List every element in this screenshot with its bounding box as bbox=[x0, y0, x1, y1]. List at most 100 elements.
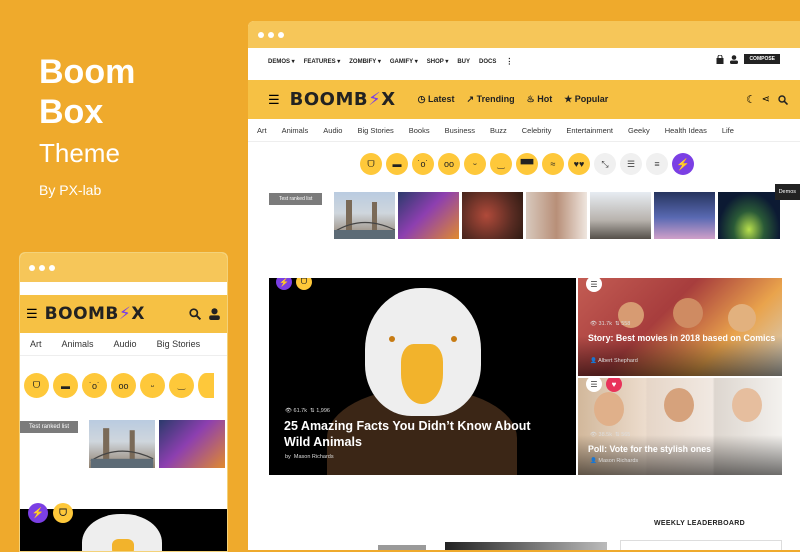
mobile-feature-card[interactable] bbox=[20, 509, 227, 551]
side-card-poll[interactable]: ☰ ♥ 👁 38.5k ⇅ 565 Poll: Vote for the sty… bbox=[578, 378, 782, 475]
thumbnail-friends[interactable] bbox=[590, 192, 651, 239]
mobile-preview-window: ☰ BOOMB⚡X Art Animals Audio Big Stories … bbox=[19, 252, 228, 552]
wow-reaction-icon[interactable]: ˙o˙ bbox=[412, 153, 434, 175]
category-health-ideas[interactable]: Health Ideas bbox=[665, 126, 707, 135]
hot-bolt-icon: ⚡ bbox=[28, 503, 48, 523]
desktop-preview-window: DEMOS ▾ FEATURES ▾ ZOMBIFY ▾ GAMIFY ▾ SH… bbox=[248, 21, 800, 550]
category-life[interactable]: Life bbox=[722, 126, 734, 135]
category-audio[interactable]: Audio bbox=[114, 339, 137, 349]
category-geeky[interactable]: Geeky bbox=[628, 126, 650, 135]
leaderboard-box bbox=[620, 540, 782, 550]
hero-byline: By PX-lab bbox=[39, 182, 102, 198]
category-buzz[interactable]: Buzz bbox=[490, 126, 507, 135]
category-audio[interactable]: Audio bbox=[323, 126, 342, 135]
thumbnail-woman[interactable] bbox=[398, 192, 459, 239]
side1-author[interactable]: 👤 Albert Shephard bbox=[590, 358, 638, 364]
nav-shop[interactable]: SHOP ▾ bbox=[427, 58, 449, 65]
compose-button[interactable]: COMPOSE bbox=[744, 54, 780, 64]
geeky-reaction-icon[interactable]: oo bbox=[111, 373, 136, 398]
list-icon[interactable]: ≡ bbox=[646, 153, 668, 175]
hero-title-line2: Box bbox=[39, 93, 104, 131]
category-big-stories[interactable]: Big Stories bbox=[157, 339, 201, 349]
feature-title[interactable]: 25 Amazing Facts You Didn’t Know About W… bbox=[284, 418, 554, 450]
main-header-bar: ☰ BOOMB⚡X ◷ Latest ↗ Trending ♨ Hot ★ Po… bbox=[248, 80, 800, 119]
nav-demos[interactable]: DEMOS ▾ bbox=[268, 58, 295, 65]
thumbnail-woman[interactable] bbox=[159, 420, 225, 468]
nav-latest[interactable]: ◷ Latest bbox=[418, 94, 455, 105]
category-animals[interactable]: Animals bbox=[62, 339, 94, 349]
category-animals[interactable]: Animals bbox=[282, 126, 309, 135]
demos-tab[interactable]: Demos bbox=[774, 184, 800, 200]
thumbnail-night-sky[interactable] bbox=[718, 192, 780, 239]
side2-title[interactable]: Poll: Vote for the stylish ones bbox=[588, 444, 778, 455]
feature-author[interactable]: by Mason Richards bbox=[285, 454, 334, 460]
more-vertical-icon[interactable]: ⋮ bbox=[505, 57, 513, 66]
thumbnail-city[interactable] bbox=[654, 192, 715, 239]
partial-label bbox=[378, 545, 426, 550]
heart-icon: ♥ bbox=[606, 378, 622, 392]
side2-meta: 👁 38.5k ⇅ 565 bbox=[590, 432, 631, 438]
hot-bolt-icon[interactable]: ⚡ bbox=[672, 153, 694, 175]
feature-card[interactable]: ⚡ ᗜ 👁 61.7k ⇅ 1,996 25 Amazing Facts You… bbox=[269, 278, 576, 475]
category-books[interactable]: Books bbox=[409, 126, 430, 135]
search-icon[interactable] bbox=[778, 94, 788, 105]
lol-reaction-icon: ᗜ bbox=[53, 503, 73, 523]
love-reaction-icon[interactable]: ♥♥ bbox=[568, 153, 590, 175]
thumbnail-gifts[interactable] bbox=[462, 192, 523, 239]
smirk-reaction-icon[interactable]: ‿ bbox=[169, 373, 194, 398]
category-business[interactable]: Business bbox=[445, 126, 475, 135]
geeky-reaction-icon[interactable]: oo bbox=[438, 153, 460, 175]
category-big-stories[interactable]: Big Stories bbox=[357, 126, 393, 135]
thumbnail-couple[interactable] bbox=[526, 192, 587, 239]
ranked-list-icon: ☰ bbox=[586, 278, 602, 292]
category-art[interactable]: Art bbox=[30, 339, 42, 349]
hamburger-menu-icon[interactable]: ☰ bbox=[26, 306, 38, 322]
hero-subtitle: Theme bbox=[39, 138, 120, 168]
smirk-reaction-icon[interactable]: ‿ bbox=[490, 153, 512, 175]
cute-reaction-icon[interactable]: ᵕ bbox=[140, 373, 165, 398]
nav-features[interactable]: FEATURES ▾ bbox=[304, 58, 341, 65]
fire-icon: ♨ bbox=[526, 94, 535, 104]
dark-mode-icon[interactable]: ☾ bbox=[746, 93, 756, 106]
nav-hot[interactable]: ♨ Hot bbox=[527, 94, 553, 105]
lol-reaction-icon[interactable]: ᗜ bbox=[24, 373, 49, 398]
boombox-logo[interactable]: BOOMB⚡X bbox=[290, 89, 396, 110]
dislike-reaction-icon[interactable]: ▬ bbox=[53, 373, 78, 398]
user-icon[interactable] bbox=[730, 54, 739, 64]
nav-buy[interactable]: BUY bbox=[457, 59, 470, 65]
share-icon[interactable]: ⋖ bbox=[762, 94, 770, 105]
nav-popular[interactable]: ★ Popular bbox=[564, 94, 608, 105]
wow-reaction-icon[interactable]: ˙o˙ bbox=[82, 373, 107, 398]
partial-card[interactable] bbox=[445, 542, 607, 550]
boombox-logo[interactable]: BOOMB⚡X bbox=[45, 304, 145, 324]
thumbnail-bridge[interactable] bbox=[89, 420, 155, 468]
side1-meta: 👁 31.7k ⇅ 558 bbox=[590, 321, 631, 327]
search-icon[interactable] bbox=[189, 308, 201, 320]
cool-reaction-icon[interactable]: ▀▀ bbox=[516, 153, 538, 175]
side2-author[interactable]: 👤 Mason Richards bbox=[590, 458, 638, 464]
trending-badge-icon[interactable]: ⤡ bbox=[594, 153, 616, 175]
cute-reaction-icon[interactable]: ᵕ bbox=[464, 153, 486, 175]
reaction-bar: ᗜ ▬ ˙o˙ oo ᵕ ‿ ▀▀ ≈ ♥♥ ⤡ ☰ ≡ ⚡ bbox=[360, 153, 694, 175]
weekly-leaderboard-heading: WEEKLY LEADERBOARD bbox=[654, 520, 745, 527]
feature-meta: 👁 61.7k ⇅ 1,996 bbox=[285, 408, 330, 414]
nav-gamify[interactable]: GAMIFY ▾ bbox=[390, 58, 418, 65]
user-icon[interactable] bbox=[209, 308, 220, 320]
nav-docs[interactable]: DOCS bbox=[479, 59, 496, 65]
omg-reaction-icon[interactable]: ≈ bbox=[542, 153, 564, 175]
category-entertainment[interactable]: Entertainment bbox=[566, 126, 613, 135]
ranked-list-label: Test ranked list bbox=[269, 193, 323, 205]
cool-reaction-icon[interactable] bbox=[198, 373, 214, 398]
ranked-list-icon[interactable]: ☰ bbox=[620, 153, 642, 175]
side1-title[interactable]: Story: Best movies in 2018 based on Comi… bbox=[588, 333, 778, 344]
shopping-bag-icon[interactable] bbox=[716, 54, 724, 64]
side-card-comics[interactable]: ☰ 👁 31.7k ⇅ 558 Story: Best movies in 20… bbox=[578, 278, 782, 376]
lol-reaction-icon[interactable]: ᗜ bbox=[360, 153, 382, 175]
hamburger-menu-icon[interactable]: ☰ bbox=[268, 92, 280, 108]
nav-zombify[interactable]: ZOMBIFY ▾ bbox=[349, 58, 381, 65]
nav-trending[interactable]: ↗ Trending bbox=[467, 94, 515, 105]
category-celebrity[interactable]: Celebrity bbox=[522, 126, 552, 135]
thumbnail-bridge[interactable] bbox=[333, 192, 396, 239]
dislike-reaction-icon[interactable]: ▬ bbox=[386, 153, 408, 175]
category-art[interactable]: Art bbox=[257, 126, 267, 135]
